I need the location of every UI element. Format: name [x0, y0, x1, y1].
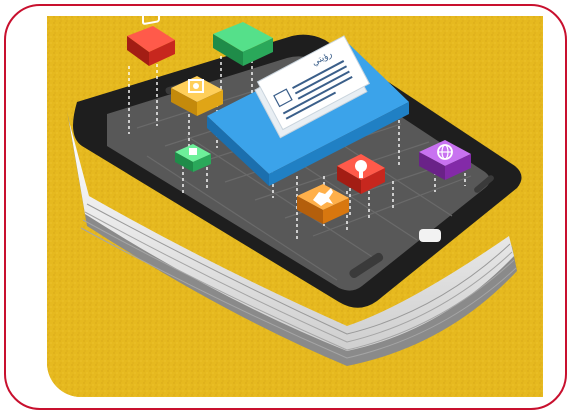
- home-button-icon: [419, 229, 441, 242]
- illustration: رؤيتي: [47, 16, 543, 397]
- phone-apps-illustration: رؤيتي: [47, 16, 543, 397]
